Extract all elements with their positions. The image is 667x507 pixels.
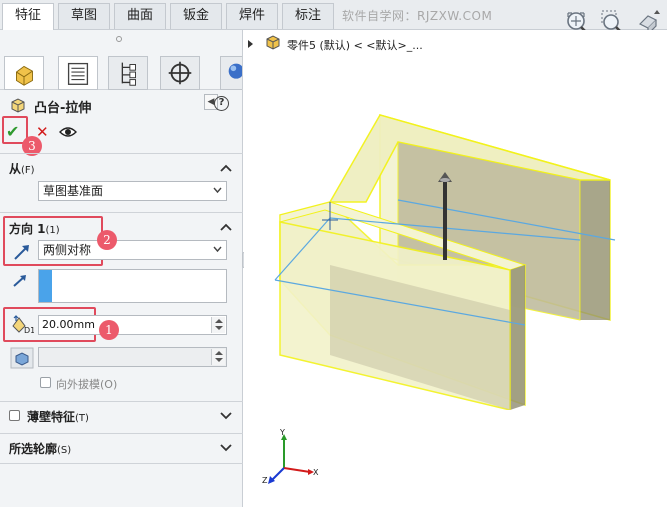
end-condition-value: 两侧对称 <box>43 243 92 257</box>
divider <box>0 401 243 402</box>
from-label: 从 <box>9 162 22 176</box>
draft-toggle-icon[interactable] <box>10 347 34 369</box>
chevron-up-icon[interactable] <box>220 163 232 173</box>
divider <box>0 433 243 434</box>
tab-weldments[interactable]: 焊件 <box>226 3 278 29</box>
featuremanager-icon[interactable] <box>4 56 44 90</box>
triad-x-label: X <box>313 468 319 477</box>
direction1-shortcut: (1) <box>45 225 60 236</box>
selected-contours-label: 所选轮廓 <box>9 442 58 456</box>
tab-features-label: 特征 <box>14 8 41 23</box>
selected-contours-shortcut: (S) <box>57 445 72 456</box>
thin-feature-header[interactable]: 薄壁特征(T) <box>27 408 89 425</box>
manager-tab-row: ◀ <box>0 54 243 110</box>
thin-feature-checkbox[interactable] <box>9 410 20 421</box>
propertymanager-icon[interactable] <box>58 56 98 90</box>
tab-features[interactable]: 特征 <box>2 3 54 30</box>
tab-sheet-metal[interactable]: 钣金 <box>170 3 222 29</box>
depth-dimension-icon: D1 <box>12 315 34 335</box>
direction1-section-header[interactable]: 方向 1(1) <box>9 220 60 237</box>
triad-y-label: Y <box>280 428 285 437</box>
help-icon[interactable]: ? <box>214 96 229 111</box>
annotation-badge-2: 2 <box>97 230 117 250</box>
draft-outward-checkbox[interactable] <box>40 377 51 388</box>
selection-indicator-bar <box>39 270 52 302</box>
svg-text:D1: D1 <box>24 326 34 335</box>
tab-sketch-label: 草图 <box>70 8 97 23</box>
draft-outward-label: 向外拔模(O) <box>56 378 118 391</box>
from-start-condition-select[interactable]: 草图基准面 <box>38 181 227 201</box>
depth-input[interactable]: 20.00mm <box>38 315 227 335</box>
boss-extrude-icon <box>11 98 25 113</box>
annotation-badge-1: 1 <box>99 320 119 340</box>
watermark-text: 软件自学网：RJZXW.COM <box>342 9 493 23</box>
chevron-down-icon <box>213 187 222 194</box>
from-shortcut: (F) <box>21 165 35 176</box>
tab-annotate-label: 标注 <box>294 8 321 23</box>
chevron-down-icon[interactable] <box>220 443 232 453</box>
direction-arrow-icon <box>13 275 26 287</box>
detailed-preview-eye-icon[interactable] <box>59 126 77 138</box>
from-section-header[interactable]: 从(F) <box>9 160 35 177</box>
panel-grip[interactable] <box>116 36 122 42</box>
expand-tree-icon[interactable] <box>248 40 253 48</box>
coordinate-triad-icon <box>268 434 314 484</box>
reverse-direction-icon[interactable] <box>12 242 34 262</box>
draft-angle-spinner[interactable] <box>211 349 225 365</box>
configurationmanager-icon[interactable] <box>108 56 148 90</box>
direction-of-extrusion-box[interactable] <box>38 269 227 303</box>
chevron-down-icon <box>213 246 222 253</box>
dimxpert-icon[interactable] <box>160 56 200 90</box>
direction1-label: 方向 1 <box>9 222 46 236</box>
divider <box>0 153 243 154</box>
appearance-icon[interactable] <box>220 56 242 90</box>
ok-button[interactable]: ✔ <box>6 122 19 141</box>
property-manager-panel: ◀ 凸台-拉伸 ? ✔ ✕ 3 从(F) 草图基准面 方向 1(1) 两侧对称 <box>0 30 243 507</box>
tab-sheet-metal-label: 钣金 <box>182 8 209 23</box>
flyout-tree-part[interactable]: 零件5 (默认) < <默认>_... <box>287 37 423 53</box>
end-condition-select[interactable]: 两侧对称 <box>38 240 227 260</box>
tab-sketch[interactable]: 草图 <box>58 3 110 29</box>
depth-value: 20.00mm <box>42 318 95 331</box>
triad-z-label: Z <box>262 476 268 485</box>
draft-angle-input[interactable] <box>38 347 227 367</box>
tab-annotate[interactable]: 标注 <box>282 3 334 29</box>
chevron-down-icon[interactable] <box>220 411 232 421</box>
tab-surfaces[interactable]: 曲面 <box>114 3 166 29</box>
from-start-condition-value: 草图基准面 <box>43 184 104 198</box>
extrude-preview-model[interactable] <box>270 110 620 410</box>
depth-spinner[interactable] <box>211 317 225 333</box>
feature-title: 凸台-拉伸 <box>34 101 92 116</box>
tab-weldments-label: 焊件 <box>238 8 265 23</box>
divider <box>0 212 243 213</box>
thin-feature-shortcut: (T) <box>75 413 89 424</box>
tab-surfaces-label: 曲面 <box>126 8 153 23</box>
selected-contours-header[interactable]: 所选轮廓(S) <box>9 440 71 457</box>
chevron-up-icon[interactable] <box>220 222 232 232</box>
thin-feature-label: 薄壁特征 <box>27 410 76 424</box>
divider <box>0 463 243 464</box>
part-icon <box>266 35 280 50</box>
